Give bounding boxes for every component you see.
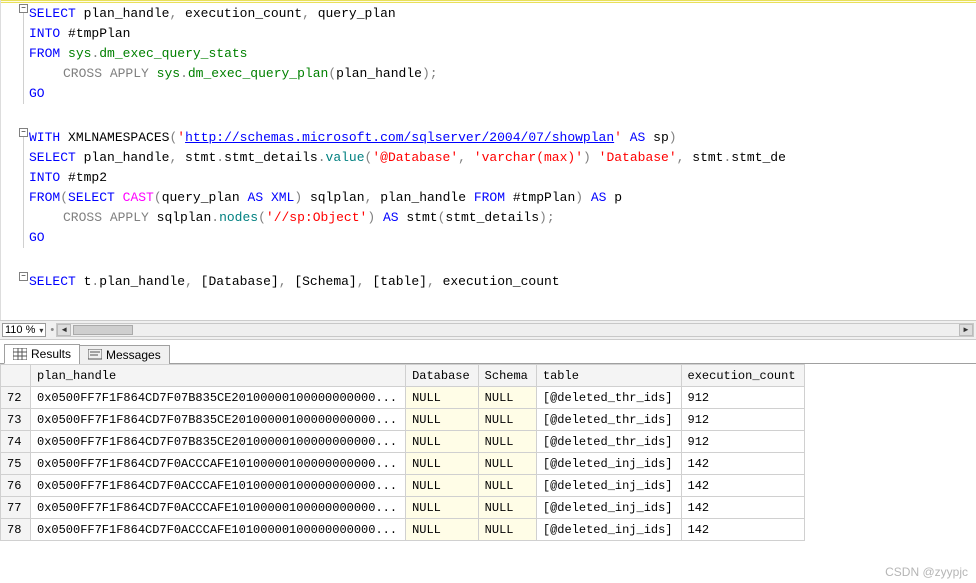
scrollbar-thumb[interactable] xyxy=(73,325,133,335)
kw-into: INTO xyxy=(29,26,60,41)
cell-schema[interactable]: NULL xyxy=(478,519,536,541)
table-row[interactable]: 770x0500FF7F1F864CD7F0ACCCAFE10100000100… xyxy=(1,497,805,519)
cell-execution_count[interactable]: 912 xyxy=(681,387,804,409)
gutter-line xyxy=(23,4,24,104)
col-schema[interactable]: Schema xyxy=(478,365,536,387)
col-plan_handle[interactable]: plan_handle xyxy=(31,365,406,387)
kw-select: SELECT xyxy=(29,6,76,21)
kw-with: WITH xyxy=(29,130,60,145)
grid-icon xyxy=(13,348,27,360)
cell-database[interactable]: NULL xyxy=(406,475,479,497)
cell-execution_count[interactable]: 142 xyxy=(681,497,804,519)
cell-plan_handle[interactable]: 0x0500FF7F1F864CD7F07B835CE2010000010000… xyxy=(31,409,406,431)
row-number[interactable]: 77 xyxy=(1,497,31,519)
cell-execution_count[interactable]: 912 xyxy=(681,409,804,431)
fold-toggle-icon[interactable]: − xyxy=(19,4,28,13)
cell-execution_count[interactable]: 142 xyxy=(681,519,804,541)
header-row: plan_handle Database Schema table execut… xyxy=(1,365,805,387)
kw-select: SELECT xyxy=(29,274,76,289)
table-row[interactable]: 780x0500FF7F1F864CD7F0ACCCAFE10100000100… xyxy=(1,519,805,541)
results-tabs: Results Messages xyxy=(0,340,976,364)
cell-table[interactable]: [@deleted_thr_ids] xyxy=(536,387,681,409)
xml-namespace-link[interactable]: http://schemas.microsoft.com/sqlserver/2… xyxy=(185,130,614,145)
scroll-left-icon[interactable]: ◄ xyxy=(57,324,71,336)
sql-editor[interactable]: − SELECT plan_handle, execution_count, q… xyxy=(0,0,976,320)
cell-table[interactable]: [@deleted_thr_ids] xyxy=(536,431,681,453)
code-block-1: − SELECT plan_handle, execution_count, q… xyxy=(1,0,976,104)
fold-toggle-icon[interactable]: − xyxy=(19,272,28,281)
cell-table[interactable]: [@deleted_thr_ids] xyxy=(536,409,681,431)
tab-messages-label: Messages xyxy=(106,348,161,362)
cell-schema[interactable]: NULL xyxy=(478,409,536,431)
cell-database[interactable]: NULL xyxy=(406,387,479,409)
cell-execution_count[interactable]: 142 xyxy=(681,453,804,475)
kw-cross: CROSS xyxy=(63,66,102,81)
kw-select: SELECT xyxy=(29,150,76,165)
cell-plan_handle[interactable]: 0x0500FF7F1F864CD7F0ACCCAFE1010000010000… xyxy=(31,475,406,497)
row-number[interactable]: 74 xyxy=(1,431,31,453)
zoom-select[interactable]: 110 % ▾ xyxy=(2,323,46,337)
cell-database[interactable]: NULL xyxy=(406,519,479,541)
cell-schema[interactable]: NULL xyxy=(478,453,536,475)
cell-plan_handle[interactable]: 0x0500FF7F1F864CD7F07B835CE2010000010000… xyxy=(31,387,406,409)
col-table[interactable]: table xyxy=(536,365,681,387)
cell-database[interactable]: NULL xyxy=(406,409,479,431)
zoom-value: 110 % xyxy=(5,324,35,336)
code-block-3: − SELECT t.plan_handle, [Database], [Sch… xyxy=(1,268,976,292)
row-number[interactable]: 75 xyxy=(1,453,31,475)
cell-table[interactable]: [@deleted_inj_ids] xyxy=(536,497,681,519)
cell-table[interactable]: [@deleted_inj_ids] xyxy=(536,475,681,497)
cell-schema[interactable]: NULL xyxy=(478,475,536,497)
cell-execution_count[interactable]: 912 xyxy=(681,431,804,453)
gutter-line xyxy=(23,128,24,248)
dash-icon: • xyxy=(50,324,54,336)
table-row[interactable]: 740x0500FF7F1F864CD7F07B835CE20100000100… xyxy=(1,431,805,453)
cell-schema[interactable]: NULL xyxy=(478,497,536,519)
col-execution_count[interactable]: execution_count xyxy=(681,365,804,387)
kw-from: FROM xyxy=(29,190,60,205)
watermark: CSDN @zyypjc xyxy=(885,565,968,579)
row-number[interactable]: 78 xyxy=(1,519,31,541)
rownum-header[interactable] xyxy=(1,365,31,387)
cell-table[interactable]: [@deleted_inj_ids] xyxy=(536,519,681,541)
kw-cross: CROSS xyxy=(63,210,102,225)
chevron-down-icon: ▾ xyxy=(39,326,43,335)
cell-database[interactable]: NULL xyxy=(406,453,479,475)
cell-plan_handle[interactable]: 0x0500FF7F1F864CD7F0ACCCAFE1010000010000… xyxy=(31,453,406,475)
horizontal-scrollbar[interactable]: ◄ ► xyxy=(56,323,974,337)
scroll-right-icon[interactable]: ► xyxy=(959,324,973,336)
col-database[interactable]: Database xyxy=(406,365,479,387)
tab-results[interactable]: Results xyxy=(4,344,80,364)
kw-go: GO xyxy=(29,230,45,245)
row-number[interactable]: 72 xyxy=(1,387,31,409)
kw-from: FROM xyxy=(29,46,60,61)
cell-plan_handle[interactable]: 0x0500FF7F1F864CD7F0ACCCAFE1010000010000… xyxy=(31,519,406,541)
cell-schema[interactable]: NULL xyxy=(478,431,536,453)
kw-go: GO xyxy=(29,86,45,101)
tab-results-label: Results xyxy=(31,347,71,361)
cell-plan_handle[interactable]: 0x0500FF7F1F864CD7F0ACCCAFE1010000010000… xyxy=(31,497,406,519)
cell-database[interactable]: NULL xyxy=(406,497,479,519)
results-pane[interactable]: plan_handle Database Schema table execut… xyxy=(0,364,976,567)
results-grid[interactable]: plan_handle Database Schema table execut… xyxy=(0,364,805,541)
code-block-2: − WITH XMLNAMESPACES('http://schemas.mic… xyxy=(1,124,976,248)
table-row[interactable]: 730x0500FF7F1F864CD7F07B835CE20100000100… xyxy=(1,409,805,431)
kw-into: INTO xyxy=(29,170,60,185)
table-row[interactable]: 750x0500FF7F1F864CD7F0ACCCAFE10100000100… xyxy=(1,453,805,475)
cell-schema[interactable]: NULL xyxy=(478,387,536,409)
zoom-bar: 110 % ▾ • ◄ ► xyxy=(0,320,976,340)
table-row[interactable]: 760x0500FF7F1F864CD7F0ACCCAFE10100000100… xyxy=(1,475,805,497)
cell-execution_count[interactable]: 142 xyxy=(681,475,804,497)
row-number[interactable]: 73 xyxy=(1,409,31,431)
cell-database[interactable]: NULL xyxy=(406,431,479,453)
messages-icon xyxy=(88,349,102,361)
table-row[interactable]: 720x0500FF7F1F864CD7F07B835CE20100000100… xyxy=(1,387,805,409)
fold-toggle-icon[interactable]: − xyxy=(19,128,28,137)
row-number[interactable]: 76 xyxy=(1,475,31,497)
cell-table[interactable]: [@deleted_inj_ids] xyxy=(536,453,681,475)
tab-messages[interactable]: Messages xyxy=(79,345,170,364)
cell-plan_handle[interactable]: 0x0500FF7F1F864CD7F07B835CE2010000010000… xyxy=(31,431,406,453)
